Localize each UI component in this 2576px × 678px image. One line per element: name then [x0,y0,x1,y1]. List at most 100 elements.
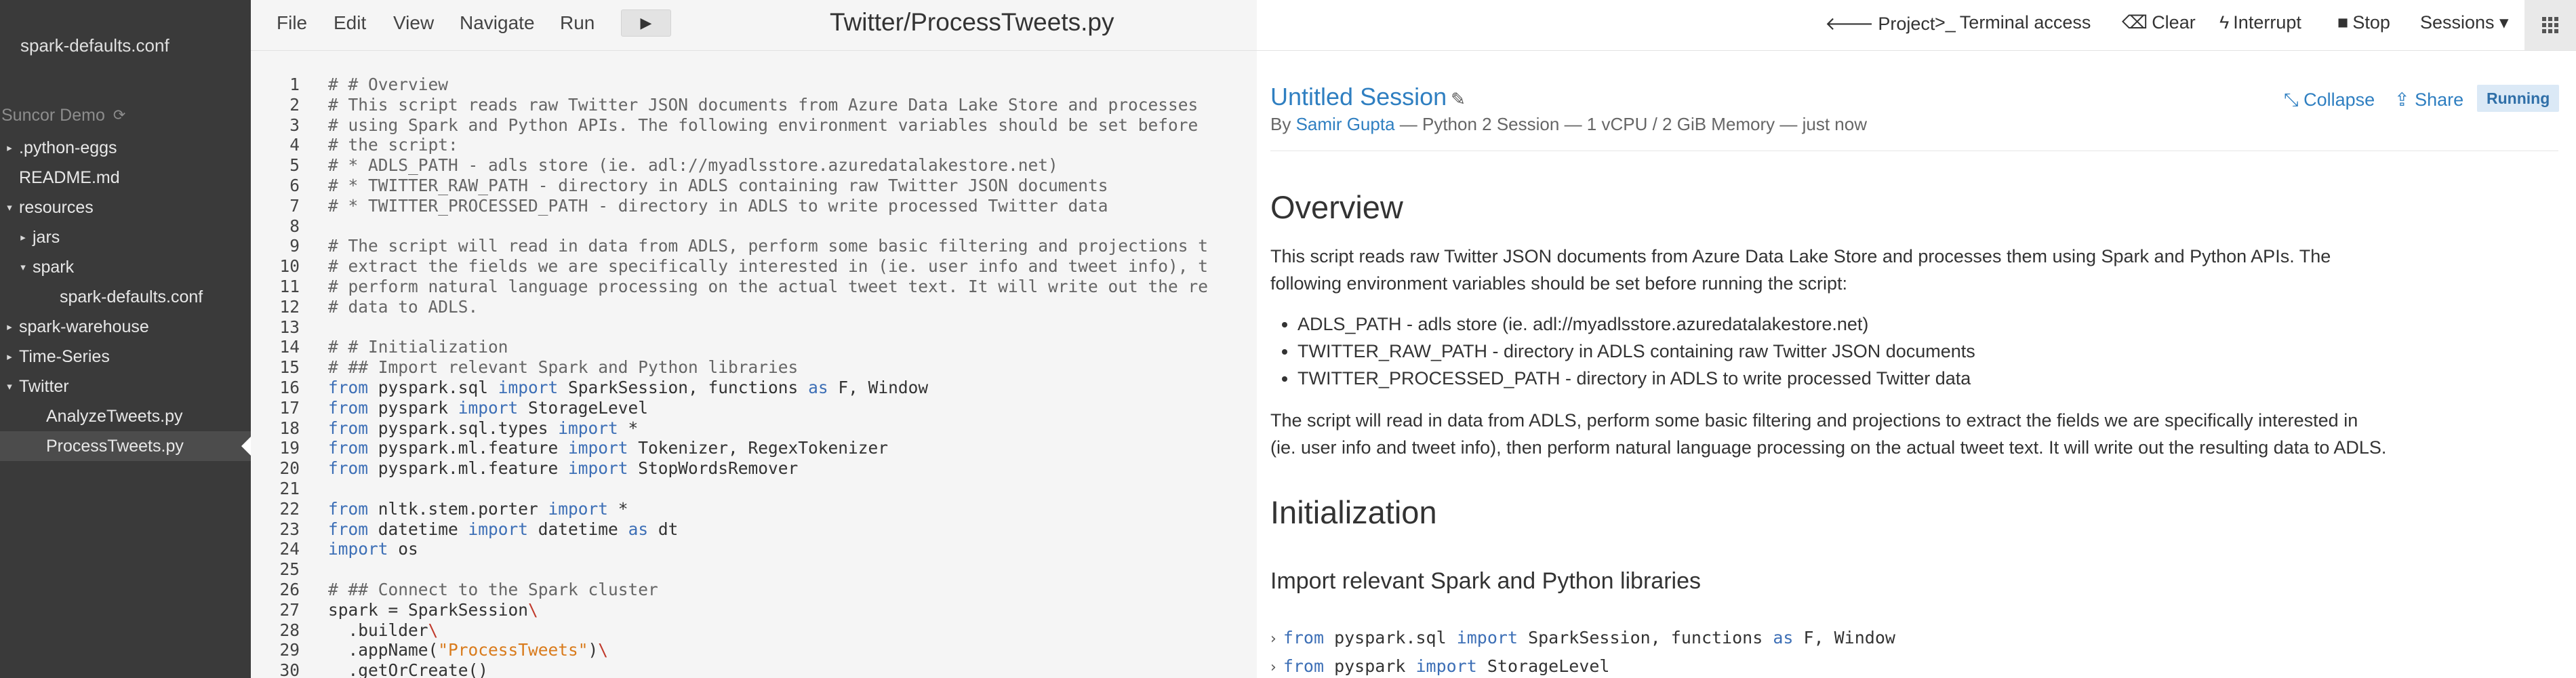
apps-grid-button[interactable] [2524,0,2576,50]
code-line: 27 spark = SparkSession\ [251,600,1257,620]
code-token: * [618,418,639,438]
code-token: \ [528,599,538,620]
caret-right-icon[interactable]: ▸ [4,351,15,363]
file-tree-label: jars [33,227,60,247]
line-number: 15 [279,357,300,378]
line-number: 3 [289,115,300,135]
code-token: pyspark [368,397,458,418]
menu-navigate[interactable]: Navigate [460,12,535,34]
bolt-icon: ϟ [2219,12,2230,33]
file-tree-item[interactable]: ▸ jars [0,222,251,252]
session-user-link[interactable]: Samir Gupta [1296,114,1395,134]
line-content: # The script will read in data from ADLS… [328,236,1208,256]
code-line: 9 # The script will read in data from ADL… [251,236,1257,256]
code-token: # perform natural language processing on… [328,276,1209,296]
caret-down-icon[interactable]: ▾ [18,261,28,273]
file-tree-item[interactable]: ProcessTweets.py [0,431,251,461]
line-number: 29 [279,640,300,660]
code-token: StorageLevel [518,397,649,418]
share-button[interactable]: ⇪ Share [2394,89,2463,111]
line-content: # * TWITTER_PROCESSED_PATH - directory i… [328,196,1108,216]
open-file-label[interactable]: spark-defaults.conf [20,35,169,56]
line-content: # perform natural language processing on… [328,277,1208,297]
caret-right-icon[interactable]: ▸ [4,142,15,154]
input-cell[interactable]: › from pyspark.sql import SparkSession, f… [1270,628,1895,647]
caret-right-icon[interactable]: ▸ [18,231,28,243]
code-token: pyspark.sql [1324,628,1457,647]
file-tree-item[interactable]: ▸ .python-eggs [0,133,251,163]
session-toolbar: 🡐 Project >_ Terminal access ⌫ Clear ϟ Inter… [1257,0,2576,51]
interrupt-button[interactable]: ϟ Interrupt [2219,12,2301,33]
line-number: 12 [279,296,300,317]
stop-button[interactable]: ■ Stop [2337,12,2390,33]
chevron-right-icon[interactable]: › [1270,659,1276,676]
file-browser-sidebar: spark-defaults.conf Suncor Demo ⟳ ▸ .pyth… [0,0,251,678]
env-var-list: ADLS_PATH - adls store (ie. adl://myadls… [1257,311,2436,392]
line-number: 27 [279,599,300,620]
code-token: # This script reads raw Twitter JSON doc… [328,94,1199,115]
code-token: pyspark [1324,656,1416,676]
sessions-dropdown[interactable]: Sessions ▾ [2420,12,2509,33]
code-token: nltk.stem.porter [368,498,548,519]
overview-p2-line-2: (ie. user info and tweet info), then per… [1270,437,2387,458]
clear-button[interactable]: ⌫ Clear [2122,12,2196,33]
menu-edit[interactable]: Edit [334,12,366,34]
code-token: as [808,377,828,397]
code-token: # the script: [328,135,458,155]
line-content: from pyspark.sql import SparkSession, fu… [328,378,928,398]
line-content: .getOrCreate() [328,660,489,678]
project-name[interactable]: Suncor Demo [1,106,105,125]
code-line: 1 # # Overview [251,75,1257,95]
file-tree-item[interactable]: README.md [0,163,251,193]
code-line: 3 # using Spark and Python APIs. The foll… [251,115,1257,136]
code-token: from [328,458,369,479]
code-area[interactable]: 1 # # Overview 2 # This script reads raw Tw… [251,75,1257,678]
menu-view[interactable]: View [393,12,434,34]
file-title: Twitter/ProcessTweets.py [830,8,1114,36]
file-tree-item[interactable]: AnalyzeTweets.py [0,401,251,431]
code-line: 6 # * TWITTER_RAW_PATH - directory in ADL… [251,176,1257,196]
code-line: 28 .builder\ [251,620,1257,641]
line-content: from pyspark.ml.feature import StopWords… [328,458,798,479]
session-title[interactable]: Untitled Session ✎ [1270,83,1466,111]
terminal-access-button[interactable]: >_ Terminal access [1935,12,2091,33]
collapse-label: Collapse [2303,89,2375,110]
menu-file[interactable]: File [277,12,307,34]
line-content: .builder\ [328,620,439,641]
file-tree-item[interactable]: spark-defaults.conf [0,282,251,312]
code-token: pyspark.sql [368,377,498,397]
line-number: 16 [279,377,300,397]
file-tree-item[interactable]: ▸ spark-warehouse [0,312,251,342]
code-token: F, Window [828,377,929,397]
project-button[interactable]: 🡐 Project [1825,12,1935,35]
caret-down-icon[interactable]: ▾ [4,380,15,393]
file-tree-item[interactable]: ▾ Twitter [0,372,251,401]
line-content: # using Spark and Python APIs. The follo… [328,115,1198,136]
code-token: pyspark.ml.feature [368,458,569,479]
stop-label: Stop [2352,12,2390,33]
line-number: 19 [279,438,300,458]
caret-right-icon[interactable]: ▸ [4,321,15,333]
caret-down-icon[interactable]: ▾ [4,201,15,214]
menu-run[interactable]: Run [560,12,595,34]
file-tree-item[interactable]: ▾ spark [0,252,251,282]
code-token: StopWordsRemover [628,458,799,479]
share-label: Share [2415,89,2464,110]
run-script-button[interactable]: ▶ [621,9,671,37]
overview-paragraph-1: This script reads raw Twitter JSON docum… [1270,243,2409,297]
code-line: 12 # data to ADLS. [251,297,1257,317]
project-button-label: Project [1878,14,1935,34]
edit-pencil-icon[interactable]: ✎ [1451,89,1466,109]
code-token: pyspark.ml.feature [368,438,569,458]
file-tree-label: .python-eggs [19,138,117,157]
chevron-right-icon[interactable]: › [1270,631,1276,647]
input-cell[interactable]: › from pyspark import StorageLevel [1270,656,1609,676]
eraser-icon: ⌫ [2122,12,2148,33]
collapse-button[interactable]: ⤡ Collapse [2284,89,2375,111]
file-tree-item[interactable]: ▸ Time-Series [0,342,251,372]
code-token: import [1415,656,1477,676]
line-number: 6 [289,175,300,195]
file-tree-item[interactable]: ▾ resources [0,193,251,222]
line-number: 23 [279,519,300,539]
refresh-icon[interactable]: ⟳ [113,106,125,124]
